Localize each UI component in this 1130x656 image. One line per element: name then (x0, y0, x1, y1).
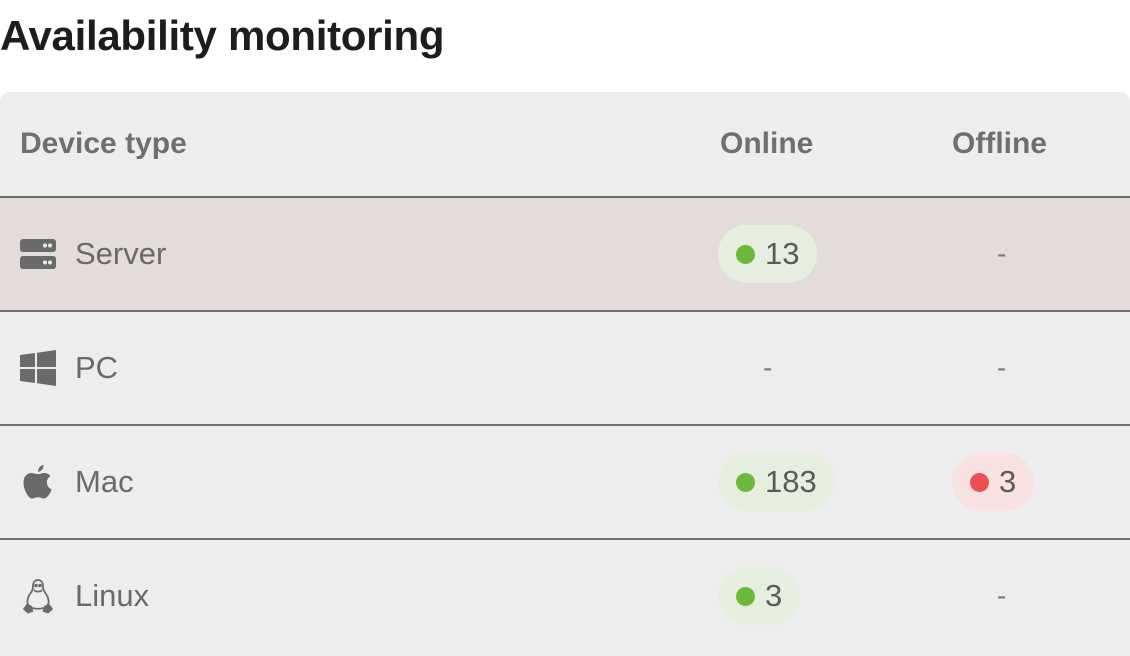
windows-icon (20, 350, 56, 386)
device-label: Server (75, 236, 167, 271)
online-count: 13 (765, 236, 800, 271)
online-count: 183 (765, 464, 817, 499)
offline-status-dot (970, 472, 989, 492)
table-row-server[interactable]: Server 13 - (0, 196, 1130, 310)
online-status-dot (736, 472, 755, 492)
online-status-dot (736, 586, 755, 606)
table-row-pc[interactable]: PC - - (0, 310, 1130, 424)
apple-icon (20, 464, 56, 500)
availability-table: Device type Online Offline Server 13 - P… (0, 92, 1130, 656)
device-label: Mac (75, 464, 134, 499)
online-count: - (763, 352, 773, 383)
offline-count: 3 (999, 464, 1017, 499)
table-header-row: Device type Online Offline (0, 92, 1130, 196)
online-status-dot (736, 244, 755, 264)
offline-count: - (997, 580, 1007, 611)
server-icon (20, 236, 56, 272)
page-title: Availability monitoring (0, 12, 445, 59)
table-row-linux[interactable]: Linux 3 - (0, 538, 1130, 652)
linux-penguin-icon (20, 578, 56, 614)
column-header-device-type[interactable]: Device type (20, 127, 187, 161)
offline-count: - (997, 238, 1007, 269)
online-count-badge[interactable]: 13 (718, 225, 818, 283)
table-row-mac[interactable]: Mac 183 3 (0, 424, 1130, 538)
offline-count: - (997, 352, 1007, 383)
online-count-badge[interactable]: 3 (718, 567, 801, 625)
device-label: PC (75, 350, 119, 385)
offline-count-badge[interactable]: 3 (952, 453, 1035, 511)
online-count-badge[interactable]: 183 (718, 453, 835, 511)
device-label: Linux (75, 578, 150, 613)
online-count: 3 (765, 578, 783, 613)
column-header-offline[interactable]: Offline (952, 127, 1047, 161)
column-header-online[interactable]: Online (720, 127, 813, 161)
